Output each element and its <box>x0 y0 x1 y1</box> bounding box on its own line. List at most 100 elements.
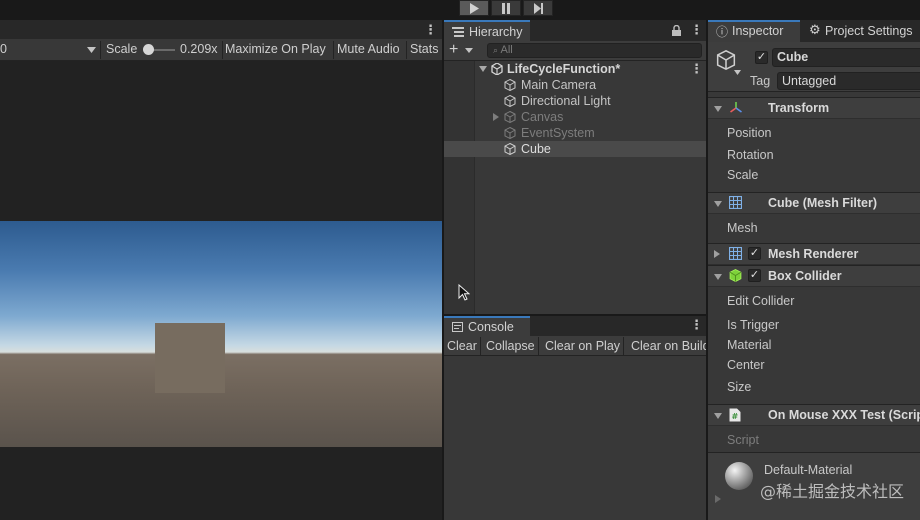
hierarchy-panel: Hierarchy ⋮ + ⌕ All LifeCycleFunction* ⋮… <box>444 20 706 314</box>
box-collider-title: Box Collider <box>768 269 842 283</box>
clear-on-play-button[interactable]: Clear on Play <box>542 337 625 355</box>
hierarchy-item-label: Canvas <box>521 110 564 124</box>
console-toolbar: Clear Collapse Clear on Play Clear on Bu… <box>444 336 710 356</box>
scene-menu-icon[interactable]: ⋮ <box>690 61 703 77</box>
clear-on-build-button[interactable]: Clear on Build <box>628 337 713 355</box>
hierarchy-item-eventsystem[interactable]: EventSystem <box>444 125 706 141</box>
hierarchy-search-input[interactable]: ⌕ All <box>487 43 702 58</box>
main-toolbar <box>0 0 920 20</box>
prop-material: Material <box>727 338 772 352</box>
pause-button[interactable] <box>491 0 521 16</box>
gameobject-cube-icon <box>716 50 736 70</box>
inspector-panel: ⓘ Inspector ⚙ Project Settings ✓ Cube Ta… <box>708 20 920 520</box>
box-collider-header[interactable]: ✓ Box Collider <box>708 265 920 287</box>
hierarchy-item-cube[interactable]: Cube <box>444 141 706 157</box>
prop-size: Size <box>727 380 752 394</box>
gameobject-cube-icon <box>504 79 516 91</box>
chevron-right-icon[interactable] <box>715 495 721 503</box>
material-sphere-icon <box>725 462 753 490</box>
tab-console-label: Console <box>468 320 514 334</box>
object-header: ✓ Cube Tag Untagged <box>708 42 920 92</box>
gameobject-cube-icon <box>504 111 516 123</box>
transform-title: Transform <box>768 101 830 115</box>
chevron-down-icon[interactable] <box>465 48 473 53</box>
hierarchy-item-label: Main Camera <box>521 78 597 92</box>
foldout-closed-icon[interactable] <box>714 250 720 258</box>
game-toolbar: 0 Scale 0.209x Maximize On Play Mute Aud… <box>0 39 442 61</box>
tab-inspector[interactable]: ⓘ Inspector <box>708 20 800 42</box>
transform-header[interactable]: Transform <box>708 97 920 119</box>
game-viewport[interactable] <box>0 221 442 447</box>
script-title: On Mouse XXX Test (Script) <box>768 408 920 422</box>
hierarchy-item-directional-light[interactable]: Directional Light <box>444 93 706 109</box>
maximize-on-play-toggle[interactable]: Maximize On Play <box>225 42 326 56</box>
edit-collider-button[interactable]: Edit Collider <box>727 294 794 308</box>
tab-hierarchy-label: Hierarchy <box>469 24 523 39</box>
tag-dropdown[interactable]: Untagged <box>777 72 920 90</box>
chevron-right-icon[interactable] <box>493 113 499 121</box>
hierarchy-item-label: Directional Light <box>521 94 611 108</box>
lock-icon[interactable] <box>672 25 681 36</box>
transform-icon <box>730 102 742 113</box>
game-menu-icon[interactable]: ⋮ <box>424 22 437 38</box>
gameobject-cube-icon <box>504 95 516 107</box>
scale-slider-handle[interactable] <box>143 44 154 55</box>
chevron-down-icon[interactable] <box>734 70 741 75</box>
watermark: @稀土掘金技术社区 <box>759 482 904 501</box>
game-view: ⋮ 0 Scale 0.209x Maximize On Play Mute A… <box>0 20 442 520</box>
script-header[interactable]: # On Mouse XXX Test (Script) <box>708 404 920 426</box>
tab-console[interactable]: Console <box>444 316 530 336</box>
hierarchy-item-canvas[interactable]: Canvas <box>444 109 706 125</box>
mesh-renderer-enabled-checkbox[interactable]: ✓ <box>748 247 761 260</box>
game-tab-strip: ⋮ <box>0 20 442 39</box>
chevron-down-icon[interactable] <box>87 47 96 53</box>
gear-icon: ⚙ <box>809 22 821 37</box>
chevron-down-icon[interactable] <box>479 66 487 72</box>
foldout-open-icon[interactable] <box>714 106 722 112</box>
box-collider-icon <box>729 269 742 282</box>
display-dropdown[interactable]: 0 <box>0 42 7 56</box>
box-collider-enabled-checkbox[interactable]: ✓ <box>748 269 761 282</box>
console-panel: Console ⋮ Clear Collapse Clear on Play C… <box>444 316 710 520</box>
stats-toggle[interactable]: Stats <box>410 42 439 56</box>
clear-button[interactable]: Clear <box>444 337 481 355</box>
scale-value: 0.209x <box>180 42 218 56</box>
scene-name: LifeCycleFunction* <box>507 62 621 76</box>
hierarchy-item-label: EventSystem <box>521 126 595 140</box>
tab-project-settings[interactable]: ⚙ Project Settings <box>808 20 920 42</box>
hierarchy-item-label: Cube <box>521 142 551 156</box>
scene-row[interactable]: LifeCycleFunction* ⋮ <box>444 61 706 77</box>
mesh-renderer-header[interactable]: ✓ Mesh Renderer <box>708 243 920 265</box>
pause-icon <box>502 2 510 14</box>
tab-inspector-label: Inspector <box>732 24 784 38</box>
step-button[interactable] <box>523 0 553 16</box>
gameobject-cube-icon <box>504 127 516 139</box>
material-name: Default-Material <box>764 463 853 477</box>
active-checkbox[interactable]: ✓ <box>755 51 768 64</box>
hierarchy-menu-icon[interactable]: ⋮ <box>690 22 703 38</box>
foldout-open-icon[interactable] <box>714 201 722 207</box>
console-icon <box>452 322 463 332</box>
step-icon <box>533 2 543 14</box>
prop-script: Script <box>727 433 759 447</box>
collapse-button[interactable]: Collapse <box>483 337 539 355</box>
tab-hierarchy[interactable]: Hierarchy <box>444 20 530 41</box>
svg-text:#: # <box>732 412 739 421</box>
prop-is-trigger: Is Trigger <box>727 318 780 332</box>
console-menu-icon[interactable]: ⋮ <box>690 317 703 333</box>
object-name-field[interactable]: Cube <box>772 48 920 67</box>
mesh-renderer-title: Mesh Renderer <box>768 247 859 261</box>
mute-audio-toggle[interactable]: Mute Audio <box>337 42 400 56</box>
add-icon[interactable]: + <box>449 41 458 59</box>
inspector-tab-strip: ⓘ Inspector ⚙ Project Settings <box>708 20 920 42</box>
play-button[interactable] <box>459 0 489 16</box>
foldout-open-icon[interactable] <box>714 413 722 419</box>
hierarchy-icon <box>452 26 464 37</box>
search-placeholder: All <box>500 44 513 56</box>
tag-label: Tag <box>750 74 771 88</box>
info-icon: ⓘ <box>716 25 729 39</box>
foldout-open-icon[interactable] <box>714 274 722 280</box>
mesh-filter-title: Cube (Mesh Filter) <box>768 196 878 210</box>
hierarchy-item-main-camera[interactable]: Main Camera <box>444 77 706 93</box>
mesh-filter-header[interactable]: Cube (Mesh Filter) <box>708 192 920 214</box>
